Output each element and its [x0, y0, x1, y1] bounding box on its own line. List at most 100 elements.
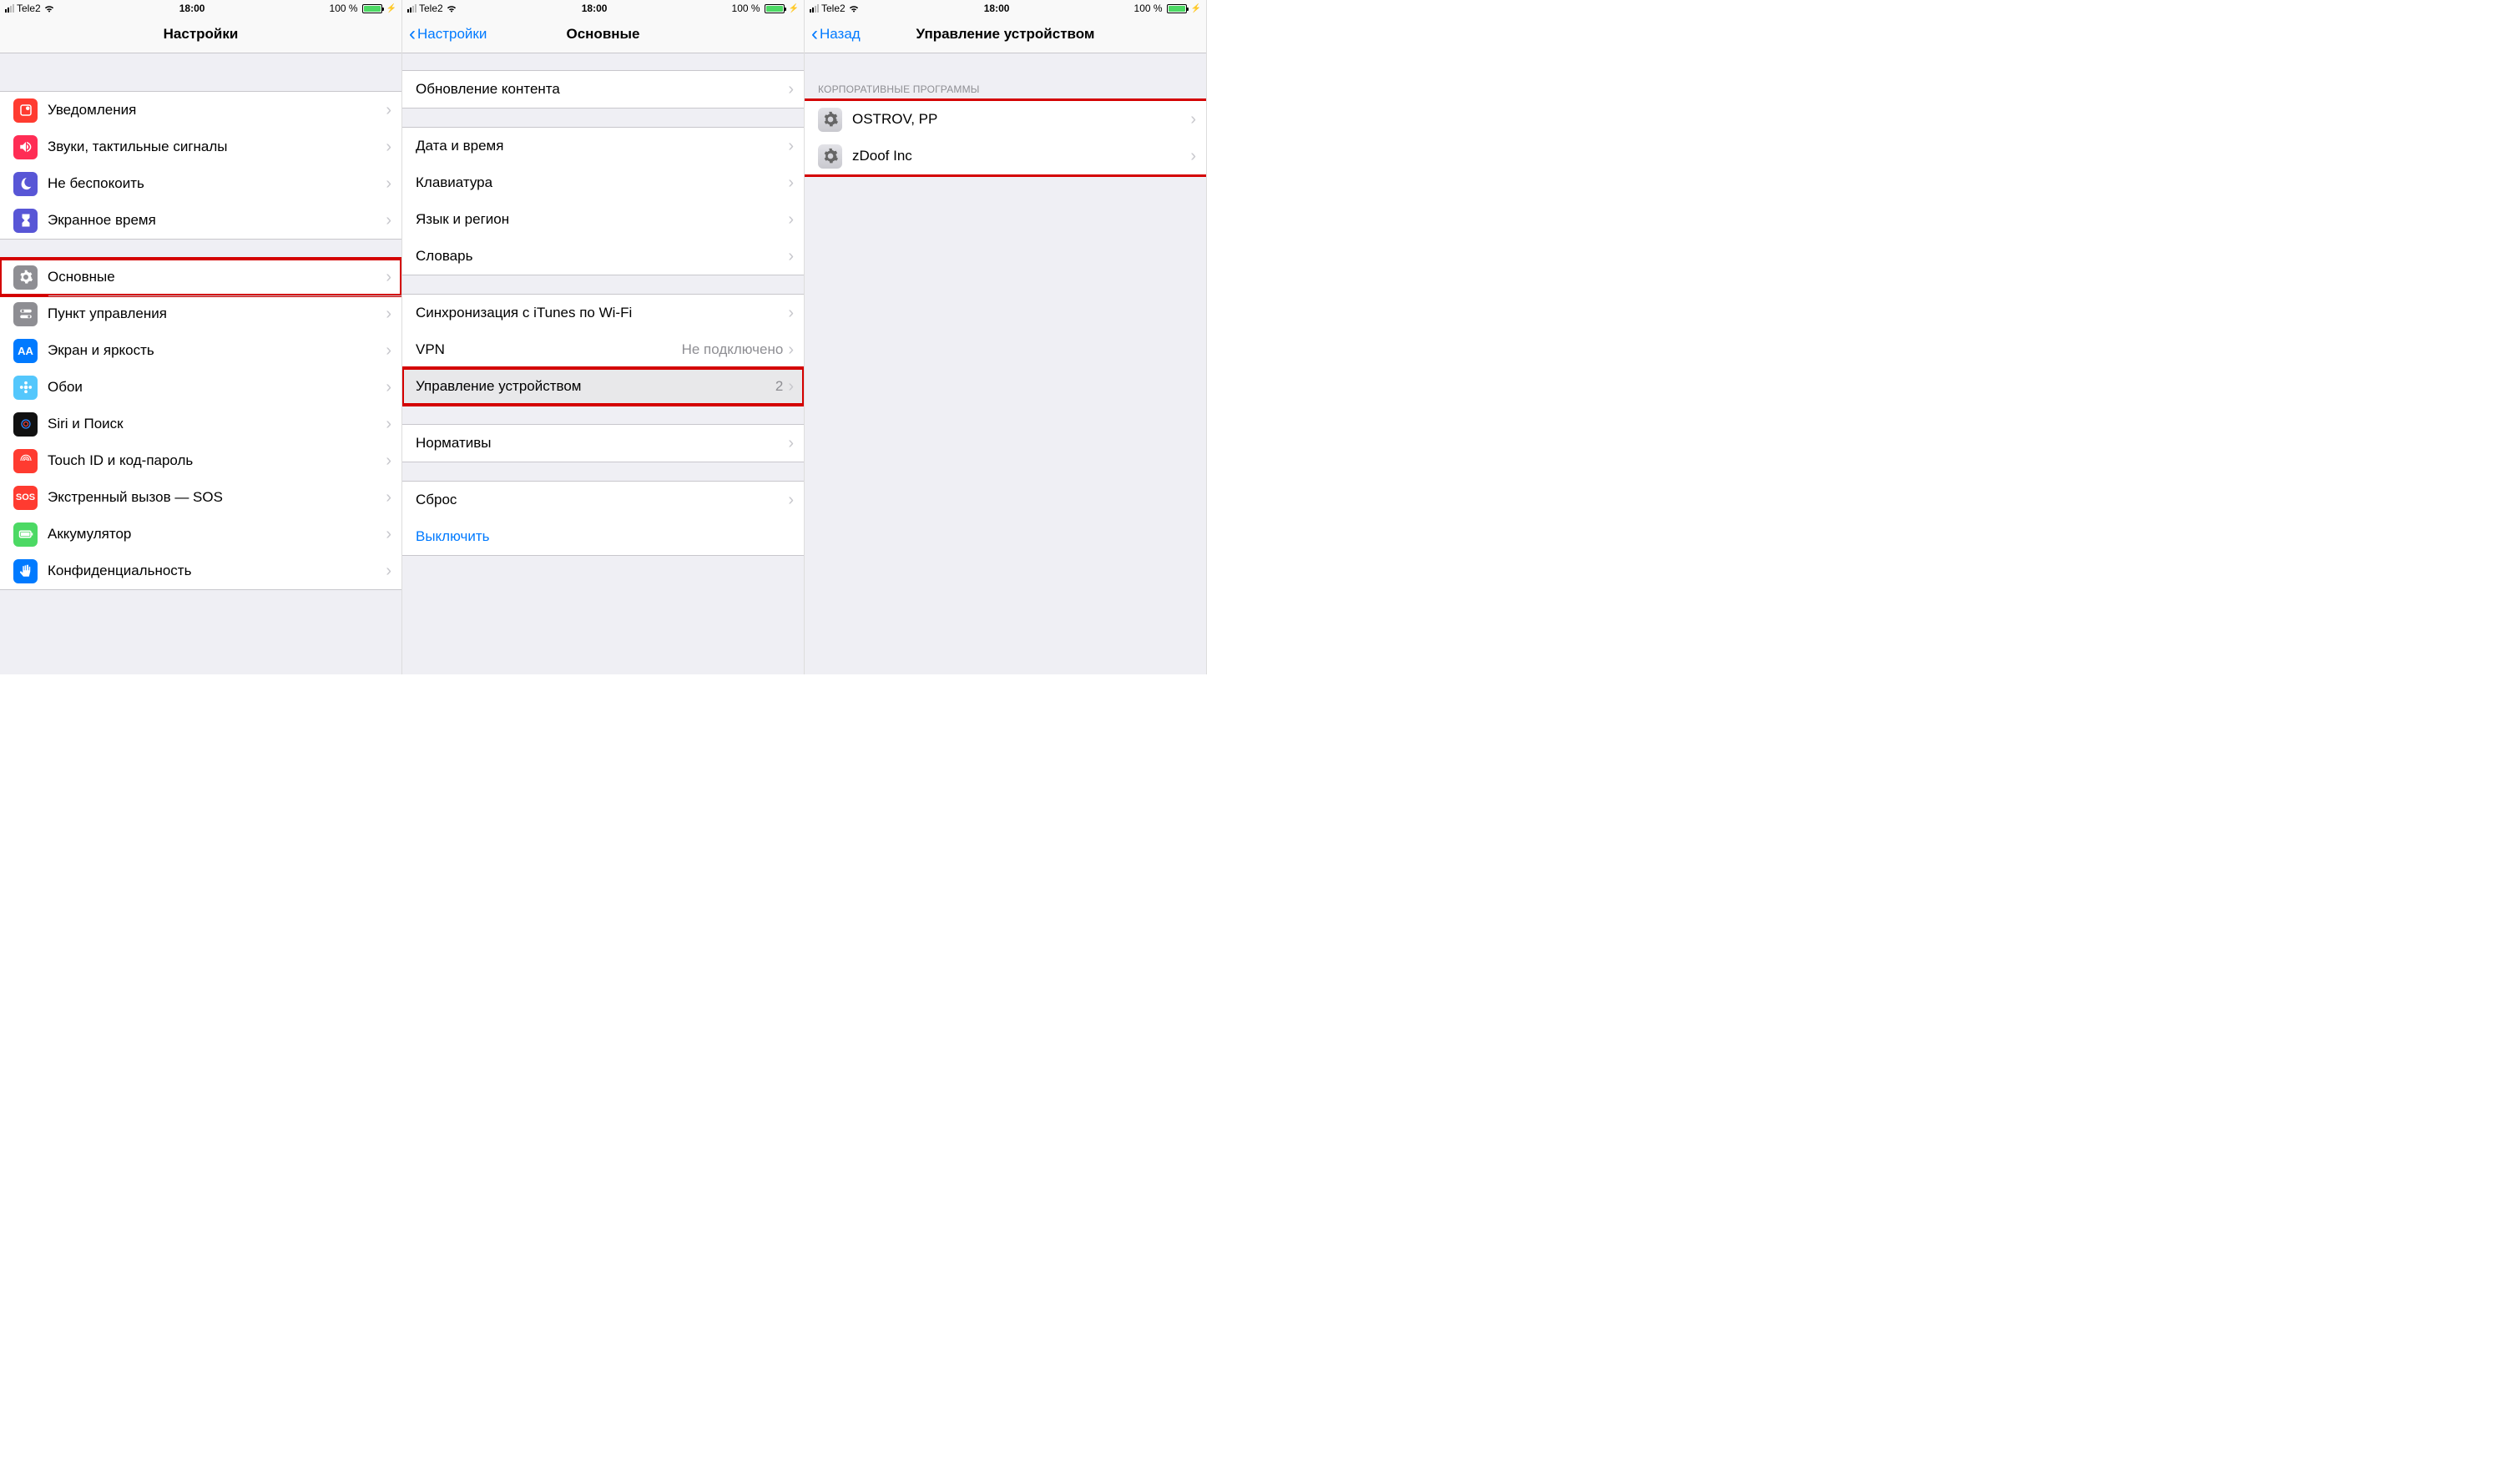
chevron-right-icon: ›: [386, 174, 391, 194]
chevron-right-icon: ›: [386, 378, 391, 397]
row-privacy[interactable]: Конфиденциальность›: [0, 553, 401, 589]
row-siri[interactable]: Siri и Поиск›: [0, 406, 401, 442]
chevron-right-icon: ›: [386, 525, 391, 544]
hand-icon: [13, 559, 38, 583]
row-label: Нормативы: [416, 435, 788, 452]
chevron-right-icon: ›: [788, 210, 794, 230]
row-sounds[interactable]: Звуки, тактильные сигналы›: [0, 129, 401, 165]
chevron-right-icon: ›: [788, 137, 794, 156]
row-dictionary[interactable]: Словарь›: [402, 238, 804, 275]
back-label: Настройки: [417, 26, 487, 43]
moon-icon: [13, 172, 38, 196]
row-label: Не беспокоить: [48, 175, 386, 192]
row-label: Звуки, тактильные сигналы: [48, 139, 386, 155]
battery-label: 100 %: [330, 3, 358, 14]
row-label: OSTROV, PP: [852, 111, 1190, 128]
row-label: Siri и Поиск: [48, 416, 386, 432]
row-touchid[interactable]: Touch ID и код-пароль›: [0, 442, 401, 479]
row-display[interactable]: AAЭкран и яркость›: [0, 332, 401, 369]
chevron-right-icon: ›: [788, 491, 794, 510]
row-label: Экран и яркость: [48, 342, 386, 359]
row-label: Конфиденциальность: [48, 563, 386, 579]
time-label: 18:00: [984, 3, 1010, 14]
row-label: Основные: [48, 269, 386, 285]
finger-icon: [13, 449, 38, 473]
chevron-right-icon: ›: [386, 268, 391, 287]
profile-gear-icon: [818, 144, 842, 169]
battery-icon: [765, 4, 785, 13]
row-label: Язык и регион: [416, 211, 788, 228]
row-battery[interactable]: Аккумулятор›: [0, 516, 401, 553]
chevron-right-icon: ›: [386, 562, 391, 581]
profile-gear-icon: [818, 108, 842, 132]
row-label: Синхронизация с iTunes по Wi-Fi: [416, 305, 788, 321]
row-dnd[interactable]: Не беспокоить›: [0, 165, 401, 202]
navbar: ‹ Назад Управление устройством: [805, 17, 1206, 53]
row-label: Уведомления: [48, 102, 386, 119]
row-regulatory[interactable]: Нормативы›: [402, 425, 804, 462]
row-sos[interactable]: SOSЭкстренный вызов — SOS›: [0, 479, 401, 516]
battery-icon: [362, 4, 382, 13]
row-label: Обои: [48, 379, 386, 396]
bell-icon: [13, 98, 38, 123]
row-notifications[interactable]: Уведомления›: [0, 92, 401, 129]
row-itunes-wifi[interactable]: Синхронизация с iTunes по Wi-Fi›: [402, 295, 804, 331]
row-vpn[interactable]: VPNНе подключено›: [402, 331, 804, 368]
chevron-right-icon: ›: [386, 341, 391, 361]
row-shutdown[interactable]: Выключить: [402, 518, 804, 555]
chevron-left-icon: ‹: [409, 24, 416, 44]
wifi-icon: [446, 3, 457, 15]
row-detail: 2: [775, 378, 783, 395]
row-label: Аккумулятор: [48, 526, 386, 543]
navbar: Настройки: [0, 17, 401, 53]
row-label: Управление устройством: [416, 378, 775, 395]
row-label: Выключить: [416, 528, 794, 545]
hourglass-icon: [13, 209, 38, 233]
chevron-right-icon: ›: [386, 488, 391, 507]
back-button[interactable]: ‹ Настройки: [409, 24, 487, 44]
row-label: Пункт управления: [48, 305, 386, 322]
row-label: Экранное время: [48, 212, 386, 229]
row-keyboard[interactable]: Клавиатура›: [402, 164, 804, 201]
row-datetime[interactable]: Дата и время›: [402, 128, 804, 164]
signal-icon: [5, 4, 14, 13]
carrier-label: Tele2: [821, 3, 846, 14]
row-label: Экстренный вызов — SOS: [48, 489, 386, 506]
row-wallpaper[interactable]: Обои›: [0, 369, 401, 406]
row-zdoof[interactable]: zDoof Inc›: [805, 138, 1206, 174]
row-detail: Не подключено: [682, 341, 784, 358]
nav-title: Настройки: [164, 26, 239, 43]
back-label: Назад: [820, 26, 861, 43]
chevron-right-icon: ›: [386, 452, 391, 471]
row-screentime[interactable]: Экранное время›: [0, 202, 401, 239]
flower-icon: [13, 376, 38, 400]
row-reset[interactable]: Сброс›: [402, 482, 804, 518]
battery-label: 100 %: [732, 3, 760, 14]
chevron-right-icon: ›: [788, 80, 794, 99]
chevron-right-icon: ›: [788, 377, 794, 396]
row-label: zDoof Inc: [852, 148, 1190, 164]
row-content-update[interactable]: Обновление контента›: [402, 71, 804, 108]
chevron-left-icon: ‹: [811, 24, 818, 44]
charging-icon: ⚡: [386, 4, 396, 13]
row-ostrov[interactable]: OSTROV, PP›: [805, 101, 1206, 138]
chevron-right-icon: ›: [788, 434, 794, 453]
row-device-mgmt[interactable]: Управление устройством2 ›: [402, 368, 804, 405]
row-label: Словарь: [416, 248, 788, 265]
row-general[interactable]: Основные›: [0, 259, 401, 295]
battery-label: 100 %: [1134, 3, 1163, 14]
nav-title: Основные: [566, 26, 639, 43]
carrier-label: Tele2: [419, 3, 443, 14]
battery-icon: [13, 522, 38, 547]
back-button[interactable]: ‹ Назад: [811, 24, 861, 44]
status-bar: Tele2 18:00 100 % ⚡: [0, 0, 401, 17]
row-label: Дата и время: [416, 138, 788, 154]
chevron-right-icon: ›: [1190, 110, 1196, 129]
row-language[interactable]: Язык и регион›: [402, 201, 804, 238]
row-label: Обновление контента: [416, 81, 788, 98]
wifi-icon: [43, 3, 55, 15]
gear-icon: [13, 265, 38, 290]
row-label: Сброс: [416, 492, 788, 508]
row-controlcenter[interactable]: Пункт управления›: [0, 295, 401, 332]
time-label: 18:00: [582, 3, 608, 14]
